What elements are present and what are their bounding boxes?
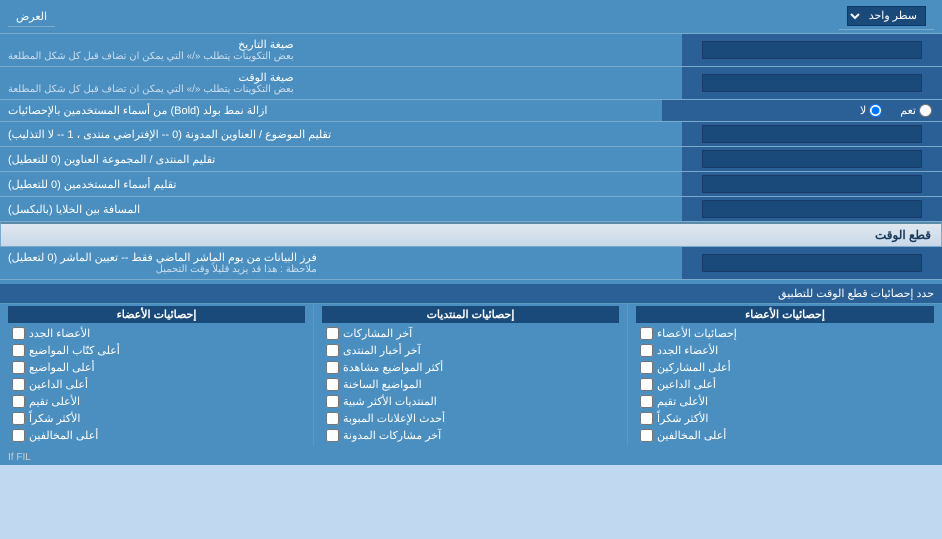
time-format-row: H:i صيغة الوقت بعض التكوينات يتطلب «/» ا… xyxy=(0,67,942,100)
bold-yes-label[interactable]: تعم xyxy=(900,104,932,117)
cb-top-sharers[interactable] xyxy=(640,361,653,374)
cb-item[interactable]: أحدث الإعلانات المبوبة xyxy=(322,410,619,427)
topics-order-row: 33 تقليم الموضوع / العناوين المدونة (0 -… xyxy=(0,122,942,147)
cb-item[interactable]: أعلى الداعين xyxy=(8,376,305,393)
bold-no-label[interactable]: لا xyxy=(860,104,882,117)
cb-item[interactable]: الأعضاء الجدد xyxy=(636,342,934,359)
cb-top-violators3[interactable] xyxy=(12,429,25,442)
date-format-input[interactable]: d-m xyxy=(702,41,922,59)
cb-top-daein[interactable] xyxy=(640,378,653,391)
cb-item[interactable]: المواضيع الساخنة xyxy=(322,376,619,393)
display-select-container[interactable]: سطر واحد xyxy=(839,3,934,30)
time-cut-label: فرز البيانات من يوم الماشر الماضي فقط --… xyxy=(0,247,682,279)
cb-last-news[interactable] xyxy=(326,344,339,357)
cb-top-rated2[interactable] xyxy=(640,395,653,408)
time-format-input[interactable]: H:i xyxy=(702,74,922,92)
cb-similar-forums[interactable] xyxy=(326,395,339,408)
col3-header: إحصائيات الأعضاء xyxy=(636,306,934,323)
bold-remove-label: ازالة نمط بولد (Bold) من أسماء المستخدمي… xyxy=(0,100,662,121)
cb-top-topics[interactable] xyxy=(12,361,25,374)
cb-top-violators2[interactable] xyxy=(640,429,653,442)
time-cut-input[interactable]: 0 xyxy=(702,254,922,272)
cb-item[interactable]: الأكثر شكراً xyxy=(636,410,934,427)
main-container: سطر واحد العرض d-m صيغة التاريخ بعض التك… xyxy=(0,0,942,465)
topics-order-label: تقليم الموضوع / العناوين المدونة (0 -- ا… xyxy=(0,122,682,146)
forum-order-input-container[interactable]: 33 xyxy=(682,147,942,171)
usernames-order-label: تقليم أسماء المستخدمين (0 للتعطيل) xyxy=(0,172,682,196)
time-cut-header: قطع الوقت xyxy=(0,222,942,247)
cell-spacing-input[interactable]: 2 xyxy=(702,200,922,218)
cb-last-collab[interactable] xyxy=(326,429,339,442)
bold-no-radio[interactable] xyxy=(869,104,882,117)
cell-spacing-label: المسافة بين الخلايا (بالبكسل) xyxy=(0,197,682,221)
display-row: سطر واحد العرض xyxy=(0,0,942,34)
col2-header: إحصائيات المنتديات xyxy=(322,306,619,323)
cb-top-rated3[interactable] xyxy=(12,395,25,408)
time-format-input-container[interactable]: H:i xyxy=(682,67,942,99)
cb-item[interactable]: أعلى المواضيع xyxy=(8,359,305,376)
checkbox-col-2: إحصائيات المنتديات آخر المشاركات آخر أخب… xyxy=(314,304,628,446)
forum-order-row: 33 تقليم المنتدى / المجموعة العناوين (0 … xyxy=(0,147,942,172)
cb-new-members2[interactable] xyxy=(640,344,653,357)
cb-item[interactable]: آخر أخبار المنتدى xyxy=(322,342,619,359)
cb-item[interactable]: آخر المشاركات xyxy=(322,325,619,342)
cb-top-thanked2[interactable] xyxy=(640,412,653,425)
checkbox-col-1: إحصائيات الأعضاء الأعضاء الجدد أعلى كتّا… xyxy=(0,304,314,446)
cb-item[interactable]: آخر مشاركات المدونة xyxy=(322,427,619,444)
forum-order-input[interactable]: 33 xyxy=(702,150,922,168)
footer-text: If FIL xyxy=(0,450,942,465)
cb-item[interactable]: الأعضاء الجدد xyxy=(8,325,305,342)
cb-item[interactable]: الأكثر شكراً xyxy=(8,410,305,427)
time-format-label: صيغة الوقت بعض التكوينات يتطلب «/» التي … xyxy=(0,67,682,99)
usernames-order-row: 0 تقليم أسماء المستخدمين (0 للتعطيل) xyxy=(0,172,942,197)
cb-stats-members[interactable] xyxy=(640,327,653,340)
time-cut-input-container[interactable]: 0 xyxy=(682,247,942,279)
cb-item[interactable]: أكثر المواضيع مشاهدة xyxy=(322,359,619,376)
display-label: العرض xyxy=(8,7,55,27)
cb-last-posts[interactable] xyxy=(326,327,339,340)
cb-item[interactable]: أعلى المشاركين xyxy=(636,359,934,376)
display-select[interactable]: سطر واحد xyxy=(847,6,926,26)
cb-top-writers[interactable] xyxy=(12,344,25,357)
checkboxes-section: حدد إحصائيات قطع الوقت للتطبيق إحصائيات … xyxy=(0,280,942,450)
usernames-order-input[interactable]: 0 xyxy=(702,175,922,193)
topics-order-input[interactable]: 33 xyxy=(702,125,922,143)
cb-recent-ads[interactable] xyxy=(326,412,339,425)
time-cut-row: 0 فرز البيانات من يوم الماشر الماضي فقط … xyxy=(0,247,942,280)
date-format-row: d-m صيغة التاريخ بعض التكوينات يتطلب «/»… xyxy=(0,34,942,67)
cell-spacing-input-container[interactable]: 2 xyxy=(682,197,942,221)
cb-item[interactable]: أعلى كتّاب المواضيع xyxy=(8,342,305,359)
cb-item[interactable]: إحصائيات الأعضاء xyxy=(636,325,934,342)
cell-spacing-row: 2 المسافة بين الخلايا (بالبكسل) xyxy=(0,197,942,222)
cb-most-viewed[interactable] xyxy=(326,361,339,374)
cb-top-thanked3[interactable] xyxy=(12,412,25,425)
cb-item[interactable]: أعلى الداعين xyxy=(636,376,934,393)
forum-order-label: تقليم المنتدى / المجموعة العناوين (0 للت… xyxy=(0,147,682,171)
checkboxes-header: حدد إحصائيات قطع الوقت للتطبيق xyxy=(0,284,942,304)
topics-order-input-container[interactable]: 33 xyxy=(682,122,942,146)
cb-item[interactable]: أعلى المخالفين xyxy=(636,427,934,444)
bold-radio-options: تعم لا xyxy=(662,100,942,121)
cb-hot-topics[interactable] xyxy=(326,378,339,391)
bold-yes-radio[interactable] xyxy=(919,104,932,117)
col1-header: إحصائيات الأعضاء xyxy=(8,306,305,323)
cb-item[interactable]: أعلى المخالفين xyxy=(8,427,305,444)
date-format-label: صيغة التاريخ بعض التكوينات يتطلب «/» الت… xyxy=(0,34,682,66)
usernames-order-input-container[interactable]: 0 xyxy=(682,172,942,196)
cb-item[interactable]: المنتديات الأكثر شبية xyxy=(322,393,619,410)
date-format-input-container[interactable]: d-m xyxy=(682,34,942,66)
cb-item[interactable]: الأعلى تقيم xyxy=(8,393,305,410)
checkboxes-grid: إحصائيات الأعضاء إحصائيات الأعضاء الأعضا… xyxy=(0,304,942,446)
checkbox-col-3: إحصائيات الأعضاء إحصائيات الأعضاء الأعضا… xyxy=(628,304,942,446)
cb-new-members[interactable] xyxy=(12,327,25,340)
bold-remove-row: تعم لا ازالة نمط بولد (Bold) من أسماء ال… xyxy=(0,100,942,122)
cb-item[interactable]: الأعلى تقيم xyxy=(636,393,934,410)
cb-top-daein2[interactable] xyxy=(12,378,25,391)
